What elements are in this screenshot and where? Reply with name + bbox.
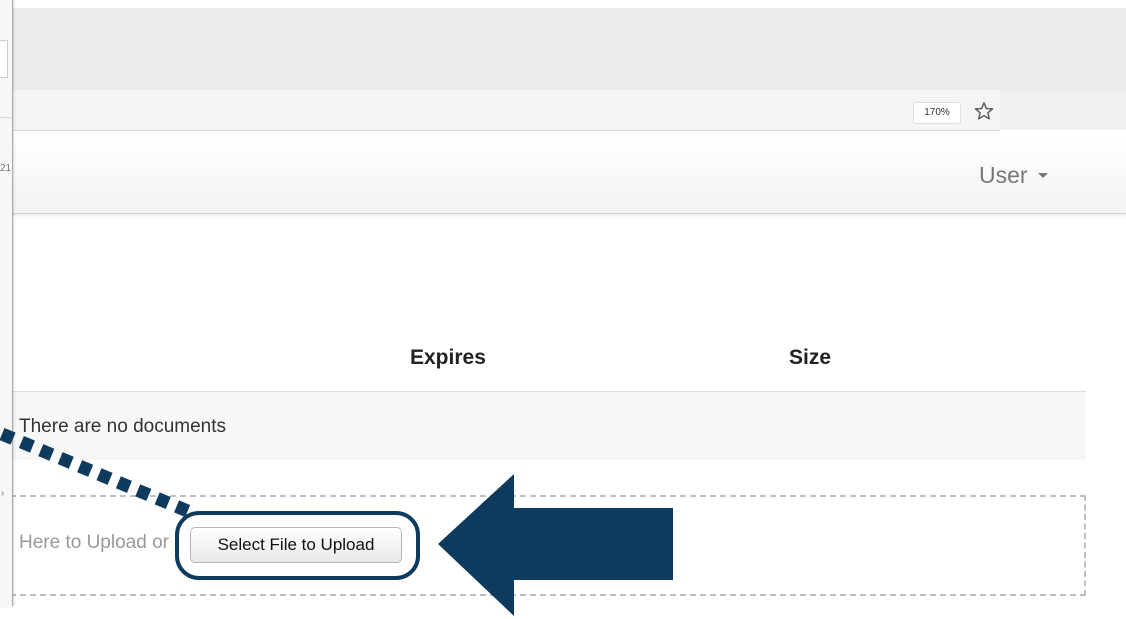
column-header-size[interactable]: Size: [789, 346, 831, 370]
caret-down-icon: [1037, 172, 1048, 178]
side-panel: 21 ›: [0, 0, 13, 606]
user-menu-dropdown[interactable]: User: [979, 160, 1048, 190]
side-panel-text: 21: [0, 163, 12, 174]
empty-table-message: There are no documents: [19, 416, 227, 437]
zoom-level-badge[interactable]: 170%: [913, 102, 961, 124]
side-panel-arrow-icon[interactable]: ›: [1, 488, 4, 499]
bookmark-star-icon[interactable]: [973, 100, 995, 122]
column-header-expires[interactable]: Expires: [410, 346, 486, 370]
user-menu-label: User: [979, 161, 1028, 188]
select-file-button[interactable]: Select File to Upload: [190, 527, 402, 563]
upload-hint-text: Here to Upload or: [19, 532, 169, 553]
app-navbar: [0, 136, 1126, 214]
window-top-strip: [0, 0, 1126, 8]
address-bar[interactable]: [0, 90, 1000, 131]
side-panel-box: [0, 40, 8, 78]
side-panel-divider: [0, 117, 12, 118]
address-bar-actions: [1000, 90, 1126, 130]
browser-toolbar: [0, 8, 1126, 90]
